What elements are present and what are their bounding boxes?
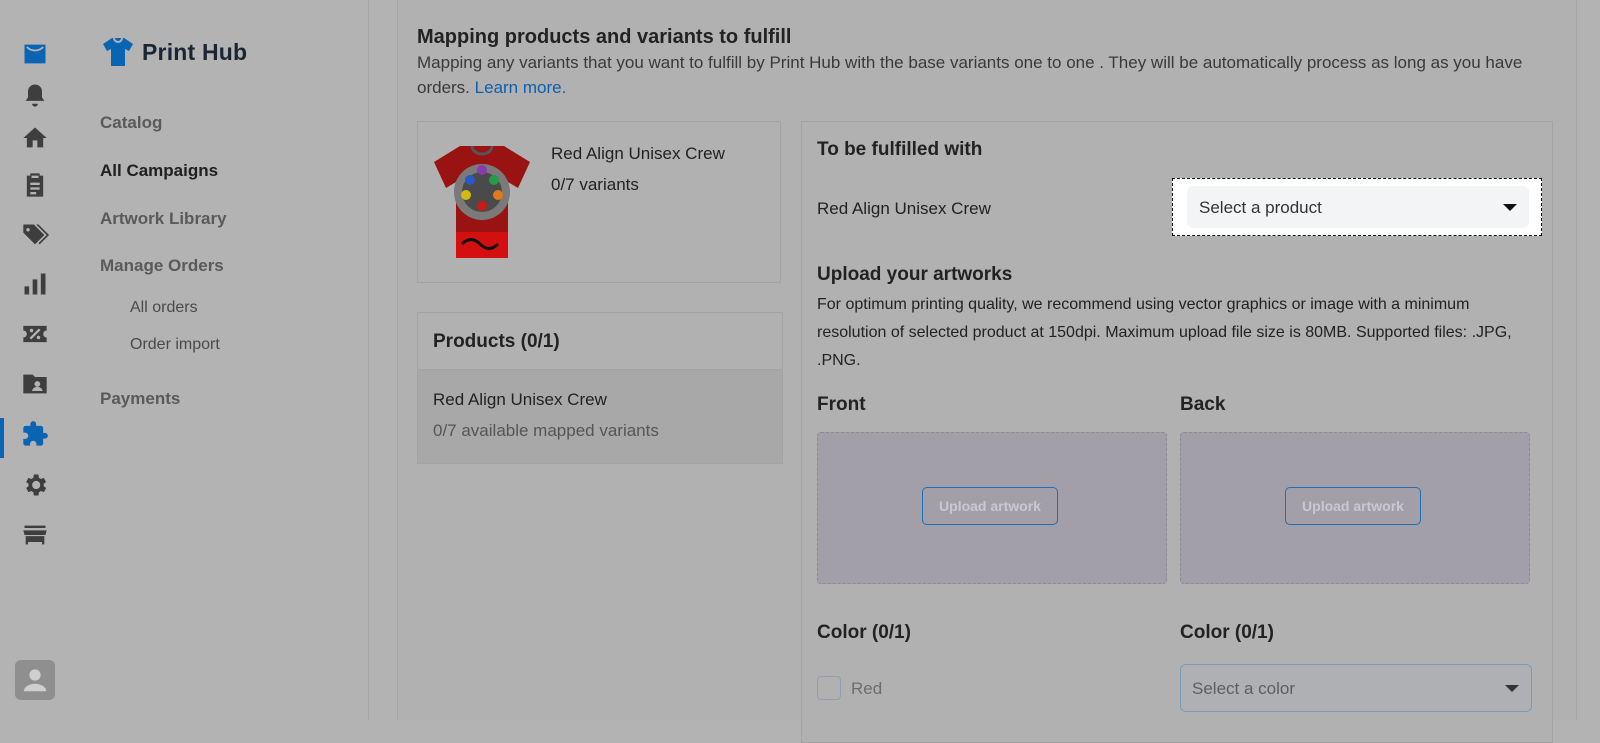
nav-all-campaigns[interactable]: All Campaigns: [100, 161, 218, 181]
brand[interactable]: Print Hub: [100, 34, 247, 70]
discount-icon[interactable]: [15, 314, 55, 354]
bar-chart-icon[interactable]: [15, 264, 55, 304]
list-item-name: Red Align Unisex Crew: [433, 390, 607, 409]
main-content: Mapping products and variants to fulfill…: [397, 0, 1577, 743]
front-dropzone[interactable]: Upload artwork: [817, 432, 1167, 584]
back-label: Back: [1180, 394, 1226, 415]
fulfill-product-label: Red Align Unisex Crew: [817, 199, 991, 218]
nav-order-import[interactable]: Order import: [130, 336, 220, 354]
user-icon: [23, 669, 47, 692]
color-title-right: Color (0/1): [1180, 622, 1274, 643]
upload-back-button[interactable]: Upload artwork: [1285, 487, 1421, 525]
back-dropzone[interactable]: Upload artwork: [1180, 432, 1530, 584]
clipboard-icon[interactable]: [15, 165, 55, 205]
gear-icon[interactable]: [15, 465, 55, 505]
products-panel-title: Products (0/1): [433, 331, 560, 352]
home-icon[interactable]: [15, 118, 55, 158]
active-indicator: [0, 418, 4, 458]
puzzle-icon[interactable]: [15, 414, 55, 454]
products-panel-header: Products (0/1): [418, 313, 782, 370]
product-select-placeholder: Select a product: [1199, 198, 1322, 217]
red-checkbox-label: Red: [851, 679, 883, 698]
learn-more-link[interactable]: Learn more.: [475, 78, 567, 97]
bell-icon[interactable]: [15, 75, 55, 115]
caret-down-icon: [1503, 204, 1517, 211]
product-card: Red Align Unisex Crew 0/7 variants: [417, 121, 781, 283]
upload-title: Upload your artworks: [817, 264, 1013, 285]
store-icon[interactable]: [15, 34, 55, 74]
tshirt-logo-icon: [103, 37, 133, 66]
fulfill-title: To be fulfilled with: [817, 139, 983, 160]
storefront-icon[interactable]: [15, 515, 55, 555]
caret-down-icon: [1505, 685, 1519, 692]
sidebar: Print Hub Catalog All Campaigns Artwork …: [70, 0, 369, 720]
product-select[interactable]: Select a product: [1187, 186, 1529, 228]
brand-name: Print Hub: [142, 38, 248, 65]
nav-all-orders[interactable]: All orders: [130, 299, 198, 317]
icon-rail: [0, 0, 71, 720]
list-item[interactable]: Red Align Unisex Crew 0/7 available mapp…: [418, 370, 782, 463]
color-select-placeholder: Select a color: [1192, 679, 1295, 698]
nav-manage-orders[interactable]: Manage Orders: [100, 256, 224, 276]
nav-catalog[interactable]: Catalog: [100, 113, 162, 133]
product-select-focus-ring: Select a product: [1172, 178, 1542, 236]
folder-user-icon[interactable]: [15, 364, 55, 404]
fulfillment-card: To be fulfilled with Red Align Unisex Cr…: [801, 121, 1553, 743]
product-thumbnail: [434, 145, 530, 258]
product-variants: 0/7 variants: [551, 175, 639, 194]
nav-payments[interactable]: Payments: [100, 389, 180, 409]
page-title: Mapping products and variants to fulfill: [417, 26, 792, 48]
product-name: Red Align Unisex Crew: [551, 144, 725, 163]
tags-icon[interactable]: [15, 215, 55, 255]
color-select[interactable]: Select a color: [1180, 664, 1532, 712]
nav-artwork-library[interactable]: Artwork Library: [100, 209, 227, 229]
avatar[interactable]: [15, 660, 55, 700]
list-item-mapped: 0/7 available mapped variants: [433, 421, 659, 440]
red-checkbox[interactable]: [817, 676, 841, 700]
upload-description: For optimum printing quality, we recomme…: [817, 296, 1512, 369]
page-description: Mapping any variants that you want to fu…: [417, 50, 1537, 100]
color-title-left: Color (0/1): [817, 622, 911, 643]
description-text: Mapping any variants that you want to fu…: [417, 53, 1523, 97]
front-label: Front: [817, 394, 866, 415]
upload-front-button[interactable]: Upload artwork: [922, 487, 1058, 525]
products-panel: Products (0/1) Red Align Unisex Crew 0/7…: [417, 312, 783, 464]
